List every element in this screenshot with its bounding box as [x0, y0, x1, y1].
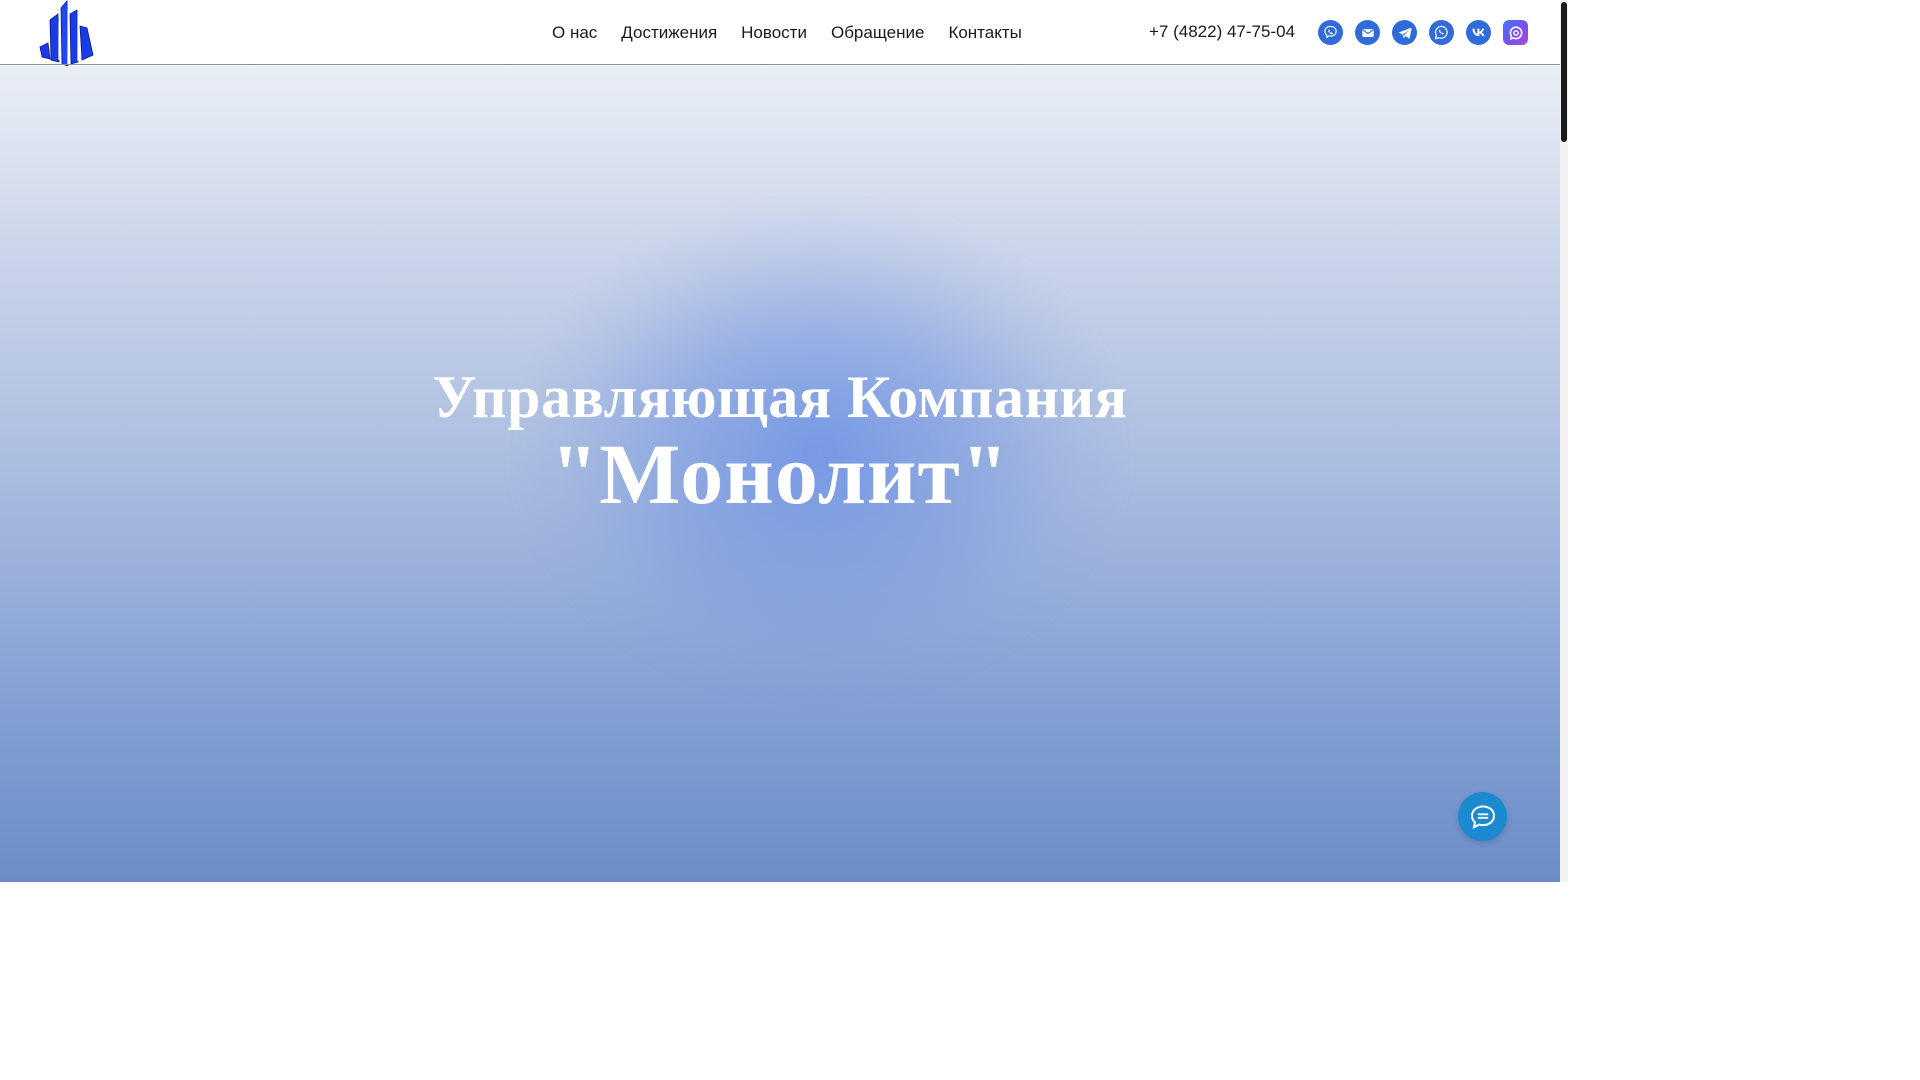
- logo[interactable]: [36, 0, 96, 67]
- viber-icon: [1324, 25, 1337, 39]
- header-divider: [0, 64, 1560, 65]
- viewport: Управляющая Компания "Монолит" О нас Дос…: [0, 0, 1560, 882]
- hero-title: Управляющая Компания "Монолит": [0, 360, 1560, 522]
- telegram-icon: [1398, 27, 1412, 38]
- vk-button[interactable]: [1466, 20, 1491, 45]
- mail-button[interactable]: [1355, 20, 1380, 45]
- social-links: [1318, 20, 1528, 45]
- max-messenger-icon: [1509, 25, 1522, 40]
- chat-bubble-icon: [1470, 804, 1495, 829]
- scrollbar[interactable]: [1560, 0, 1568, 882]
- site-header: О нас Достижения Новости Обращение Конта…: [0, 0, 1560, 67]
- whatsapp-icon: [1434, 25, 1448, 40]
- mail-icon: [1361, 28, 1374, 37]
- chat-button[interactable]: [1458, 792, 1507, 841]
- nav-item-news[interactable]: Новости: [741, 23, 807, 43]
- viber-button[interactable]: [1318, 20, 1343, 45]
- nav-item-about[interactable]: О нас: [552, 23, 597, 43]
- phone-link[interactable]: +7 (4822) 47-75-04: [1149, 22, 1295, 42]
- nav-item-contacts[interactable]: Контакты: [948, 23, 1021, 43]
- building-columns-logo-icon: [39, 0, 94, 67]
- main-nav: О нас Достижения Новости Обращение Конта…: [540, 20, 1034, 46]
- vk-icon: [1472, 28, 1485, 37]
- nav-item-achievements[interactable]: Достижения: [621, 23, 717, 43]
- telegram-button[interactable]: [1392, 20, 1417, 45]
- scrollbar-thumb[interactable]: [1561, 2, 1567, 142]
- hero-title-line2: "Монолит": [550, 426, 1010, 522]
- page: Управляющая Компания "Монолит" О нас Дос…: [0, 0, 1568, 882]
- hero-section: Управляющая Компания "Монолит": [0, 0, 1560, 882]
- whatsapp-button[interactable]: [1429, 20, 1454, 45]
- nav-item-appeal[interactable]: Обращение: [831, 23, 924, 43]
- max-messenger-button[interactable]: [1503, 20, 1528, 45]
- hero-title-line1: Управляющая Компания: [432, 364, 1128, 430]
